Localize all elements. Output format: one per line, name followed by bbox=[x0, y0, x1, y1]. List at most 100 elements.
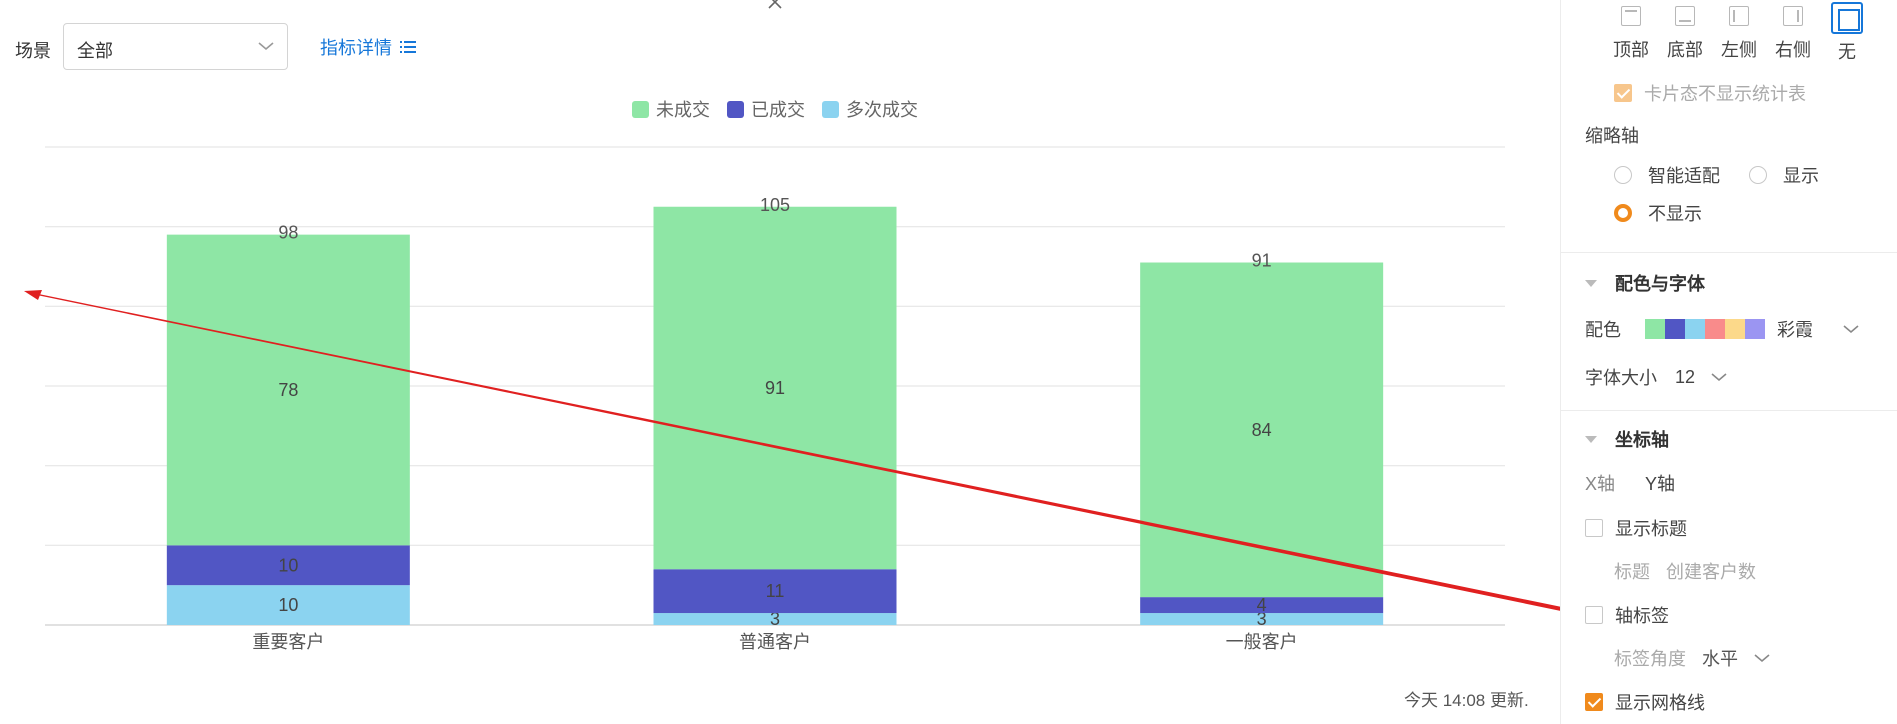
chevron-down-icon bbox=[1754, 654, 1770, 663]
axis-tick-label-row[interactable]: 轴标签 bbox=[1585, 602, 1669, 628]
palette-swatch bbox=[1725, 319, 1745, 339]
stack-total-label: 98 bbox=[278, 223, 298, 243]
legend-position-legend-bottom[interactable]: 底部 bbox=[1660, 6, 1710, 62]
divider bbox=[1561, 410, 1897, 411]
legend-position-legend-right[interactable]: 右侧 bbox=[1768, 6, 1818, 62]
scene-select-value: 全部 bbox=[77, 41, 113, 61]
thumb-show-option[interactable]: 显示 bbox=[1749, 162, 1819, 188]
palette-row[interactable]: 配色 彩霞 bbox=[1585, 316, 1859, 342]
palette-swatch bbox=[1665, 319, 1685, 339]
axis-tick-label-checkbox[interactable] bbox=[1585, 606, 1603, 624]
chevron-down-icon bbox=[1711, 373, 1727, 382]
chevron-down-icon bbox=[1843, 325, 1859, 334]
title-value[interactable]: 创建客户数 bbox=[1666, 558, 1756, 584]
data-label: 10 bbox=[278, 555, 298, 575]
stacked-bar-chart: 未成交 已成交 多次成交10107898重要客户31191105普通客户348491… bbox=[45, 100, 1505, 652]
palette-name: 彩霞 bbox=[1777, 320, 1813, 340]
palette-swatch bbox=[1705, 319, 1725, 339]
legend-none-icon bbox=[1831, 2, 1863, 34]
legend-swatch bbox=[632, 101, 649, 118]
thumb-hide-option[interactable]: 不显示 bbox=[1614, 200, 1702, 226]
tab-y-axis[interactable]: Y轴 bbox=[1645, 470, 1675, 496]
axis-tick-label-label: 轴标签 bbox=[1615, 606, 1669, 626]
data-label: 11 bbox=[766, 581, 785, 601]
divider bbox=[1561, 252, 1897, 253]
show-grid-label: 显示网格线 bbox=[1615, 693, 1705, 713]
data-label: 84 bbox=[1252, 420, 1272, 440]
legend-position-label: 底部 bbox=[1667, 40, 1703, 60]
card-hide-stats-label: 卡片态不显示统计表 bbox=[1644, 84, 1806, 104]
show-title-label: 显示标题 bbox=[1615, 519, 1687, 539]
legend-position-label: 右侧 bbox=[1775, 40, 1811, 60]
legend-swatch bbox=[822, 101, 839, 118]
font-size-label: 字体大小 bbox=[1585, 368, 1657, 388]
stack-total-label: 91 bbox=[1252, 251, 1272, 271]
metric-details-label: 指标详情 bbox=[320, 38, 392, 58]
data-label: 10 bbox=[278, 595, 298, 615]
thumb-hide-label: 不显示 bbox=[1648, 204, 1702, 224]
data-label: 91 bbox=[765, 378, 785, 398]
tick-angle-label: 标签角度 bbox=[1614, 649, 1686, 669]
legend-position-legend-left[interactable]: 左侧 bbox=[1714, 6, 1764, 62]
legend-bottom-icon bbox=[1675, 6, 1695, 26]
palette-label: 配色 bbox=[1585, 320, 1621, 340]
data-label: 4 bbox=[1257, 595, 1267, 615]
color-font-section[interactable]: 配色与字体 bbox=[1585, 270, 1705, 296]
card-hide-stats-checkbox[interactable] bbox=[1614, 84, 1632, 102]
legend-label: 未成交 bbox=[656, 100, 710, 120]
tick-angle-value: 水平 bbox=[1702, 649, 1738, 669]
thumb-hide-radio[interactable] bbox=[1614, 204, 1632, 222]
legend-right-icon bbox=[1783, 6, 1803, 26]
font-size-row[interactable]: 字体大小 12 bbox=[1585, 364, 1727, 390]
color-font-section-title: 配色与字体 bbox=[1615, 274, 1705, 294]
legend-position-label: 无 bbox=[1838, 42, 1856, 62]
thumb-show-label: 显示 bbox=[1783, 166, 1819, 186]
title-label: 标题 bbox=[1614, 562, 1650, 582]
show-grid-checkbox[interactable] bbox=[1585, 693, 1603, 711]
metric-details-link[interactable]: 指标详情 bbox=[320, 34, 416, 60]
thumb-axis-title: 缩略轴 bbox=[1585, 122, 1639, 148]
show-grid-row[interactable]: 显示网格线 bbox=[1585, 689, 1705, 715]
chart-workspace: 场景 全部 指标详情 未成交 已成交 多次成交 10 10 78 98 重要客户 3 11 91 10… bbox=[0, 0, 1560, 724]
update-time: 今天 14:08 更新. bbox=[1404, 691, 1529, 710]
scene-select[interactable]: 全部 bbox=[63, 23, 288, 70]
tick-angle-row[interactable]: 标签角度 水平 bbox=[1614, 645, 1770, 671]
tab-x-axis[interactable]: X轴 bbox=[1585, 470, 1615, 496]
legend-label: 多次成交 bbox=[846, 100, 918, 120]
collapse-triangle-icon bbox=[1585, 279, 1597, 287]
thumb-axis-title-text: 缩略轴 bbox=[1585, 126, 1639, 146]
legend-position-label: 左侧 bbox=[1721, 40, 1757, 60]
legend-label: 已成交 bbox=[751, 100, 805, 120]
font-size-value: 12 bbox=[1675, 366, 1696, 387]
thumb-smart-radio[interactable] bbox=[1614, 166, 1632, 184]
x-tick-label: 一般客户 bbox=[1226, 632, 1298, 652]
thumb-smart-option[interactable]: 智能适配 bbox=[1614, 162, 1720, 188]
legend-position-label: 顶部 bbox=[1613, 40, 1649, 60]
title-row: 标题 创建客户数 bbox=[1614, 558, 1756, 584]
close-icon[interactable] bbox=[765, 0, 785, 12]
x-tick-label: 普通客户 bbox=[739, 632, 811, 652]
thumb-show-radio[interactable] bbox=[1749, 166, 1767, 184]
thumb-smart-label: 智能适配 bbox=[1648, 166, 1720, 186]
chevron-down-icon bbox=[258, 42, 274, 51]
palette-swatch bbox=[1745, 319, 1765, 339]
stack-total-label: 105 bbox=[760, 195, 790, 215]
axis-tabs: X轴 Y轴 bbox=[1585, 470, 1675, 496]
palette-swatch bbox=[1645, 319, 1665, 339]
card-hide-stats-row[interactable]: 卡片态不显示统计表 bbox=[1614, 80, 1806, 106]
axis-section[interactable]: 坐标轴 bbox=[1585, 426, 1669, 452]
collapse-triangle-icon bbox=[1585, 435, 1597, 443]
legend-position-legend-top[interactable]: 顶部 bbox=[1606, 6, 1656, 62]
settings-panel: 顶部 底部 左侧 右侧 无 卡片态不显示统计表 缩略轴 智能适配 显示 不显示 配色与字… bbox=[1560, 0, 1897, 724]
list-icon bbox=[400, 41, 416, 53]
axis-section-title: 坐标轴 bbox=[1615, 430, 1669, 450]
legend-swatch bbox=[727, 101, 744, 118]
x-tick-label: 重要客户 bbox=[252, 632, 324, 652]
scene-label: 场景 bbox=[15, 41, 51, 61]
legend-top-icon bbox=[1621, 6, 1641, 26]
legend-position-legend-none[interactable]: 无 bbox=[1822, 2, 1872, 64]
show-title-checkbox[interactable] bbox=[1585, 519, 1603, 537]
palette-swatches bbox=[1645, 319, 1765, 339]
show-title-row[interactable]: 显示标题 bbox=[1585, 515, 1687, 541]
palette-swatch bbox=[1685, 319, 1705, 339]
